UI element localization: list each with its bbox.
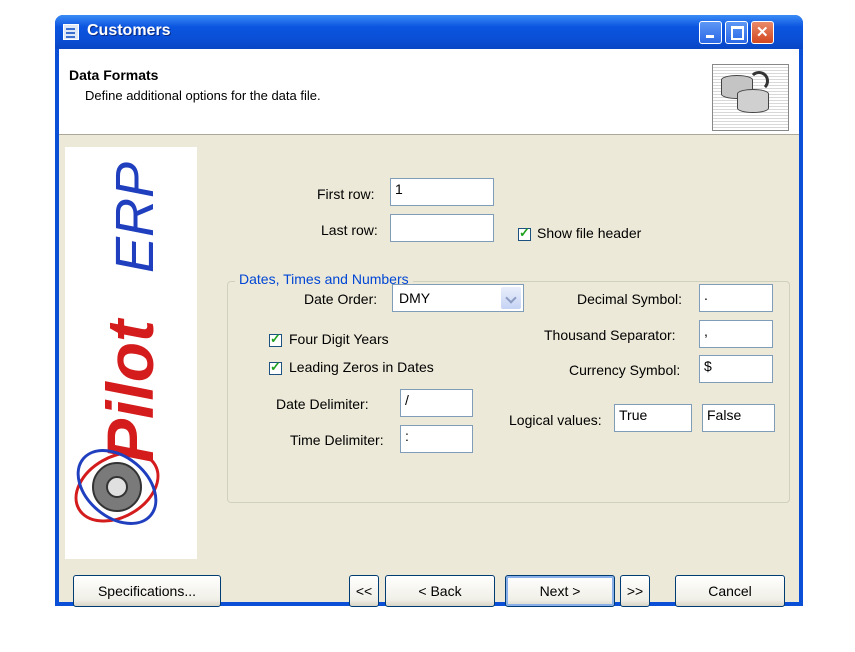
back-button[interactable]: < Back [385, 575, 495, 607]
currency-symbol-label: Currency Symbol: [569, 362, 681, 378]
title-bar[interactable]: Customers [55, 15, 803, 49]
show-file-header-checkbox[interactable] [518, 225, 531, 241]
wizard-header: Data Formats Define additional options f… [59, 49, 799, 135]
date-order-value: DMY [399, 290, 431, 306]
time-delimiter-input[interactable]: : [400, 425, 473, 453]
time-delimiter-label: Time Delimiter: [290, 432, 384, 448]
dates-times-numbers-group [227, 281, 790, 503]
logical-false-input[interactable]: False [702, 404, 775, 432]
decimal-symbol-label: Decimal Symbol: [577, 291, 683, 307]
database-icon [712, 64, 789, 131]
maximize-button[interactable] [725, 21, 748, 44]
close-button[interactable] [751, 21, 774, 44]
date-delimiter-label: Date Delimiter: [276, 396, 369, 412]
date-order-select[interactable]: DMY [392, 284, 524, 312]
four-digit-years-checkbox[interactable] [269, 331, 282, 347]
leading-zeros-checkbox[interactable] [269, 359, 282, 375]
thousand-separator-input[interactable]: , [699, 320, 773, 348]
first-page-button[interactable]: << [349, 575, 379, 607]
pilot-erp-logo: Pilot ERP [65, 147, 197, 559]
minimize-button[interactable] [699, 21, 722, 44]
logical-true-input[interactable]: True [614, 404, 692, 432]
first-row-label: First row: [317, 186, 375, 202]
logical-values-label: Logical values: [509, 412, 602, 428]
specifications-button[interactable]: Specifications... [73, 575, 221, 607]
next-button[interactable]: Next > [505, 575, 615, 607]
logo-word-erp: ERP [105, 162, 165, 273]
page-subtitle: Define additional options for the data f… [85, 88, 321, 103]
dialog-client-area: Data Formats Define additional options f… [59, 49, 799, 607]
last-page-button[interactable]: >> [620, 575, 650, 607]
chevron-down-icon[interactable] [501, 287, 521, 309]
last-row-label: Last row: [321, 222, 378, 238]
cancel-button[interactable]: Cancel [675, 575, 785, 607]
page-title: Data Formats [69, 67, 159, 83]
four-digit-years-label: Four Digit Years [289, 331, 389, 347]
show-file-header-label: Show file header [537, 225, 642, 241]
window-title: Customers [87, 22, 171, 39]
thousand-separator-label: Thousand Separator: [544, 327, 676, 343]
logo-word-pilot: Pilot [93, 317, 167, 463]
decimal-symbol-input[interactable]: . [699, 284, 773, 312]
leading-zeros-label: Leading Zeros in Dates [289, 359, 434, 375]
date-delimiter-input[interactable]: / [400, 389, 473, 417]
date-order-label: Date Order: [304, 291, 378, 307]
last-row-input[interactable] [390, 214, 494, 242]
dialog-window: Customers Data Formats Define additional… [55, 15, 803, 607]
group-title: Dates, Times and Numbers [235, 271, 413, 287]
currency-symbol-input[interactable]: $ [699, 355, 773, 383]
app-icon [63, 24, 79, 40]
first-row-input[interactable]: 1 [390, 178, 494, 206]
